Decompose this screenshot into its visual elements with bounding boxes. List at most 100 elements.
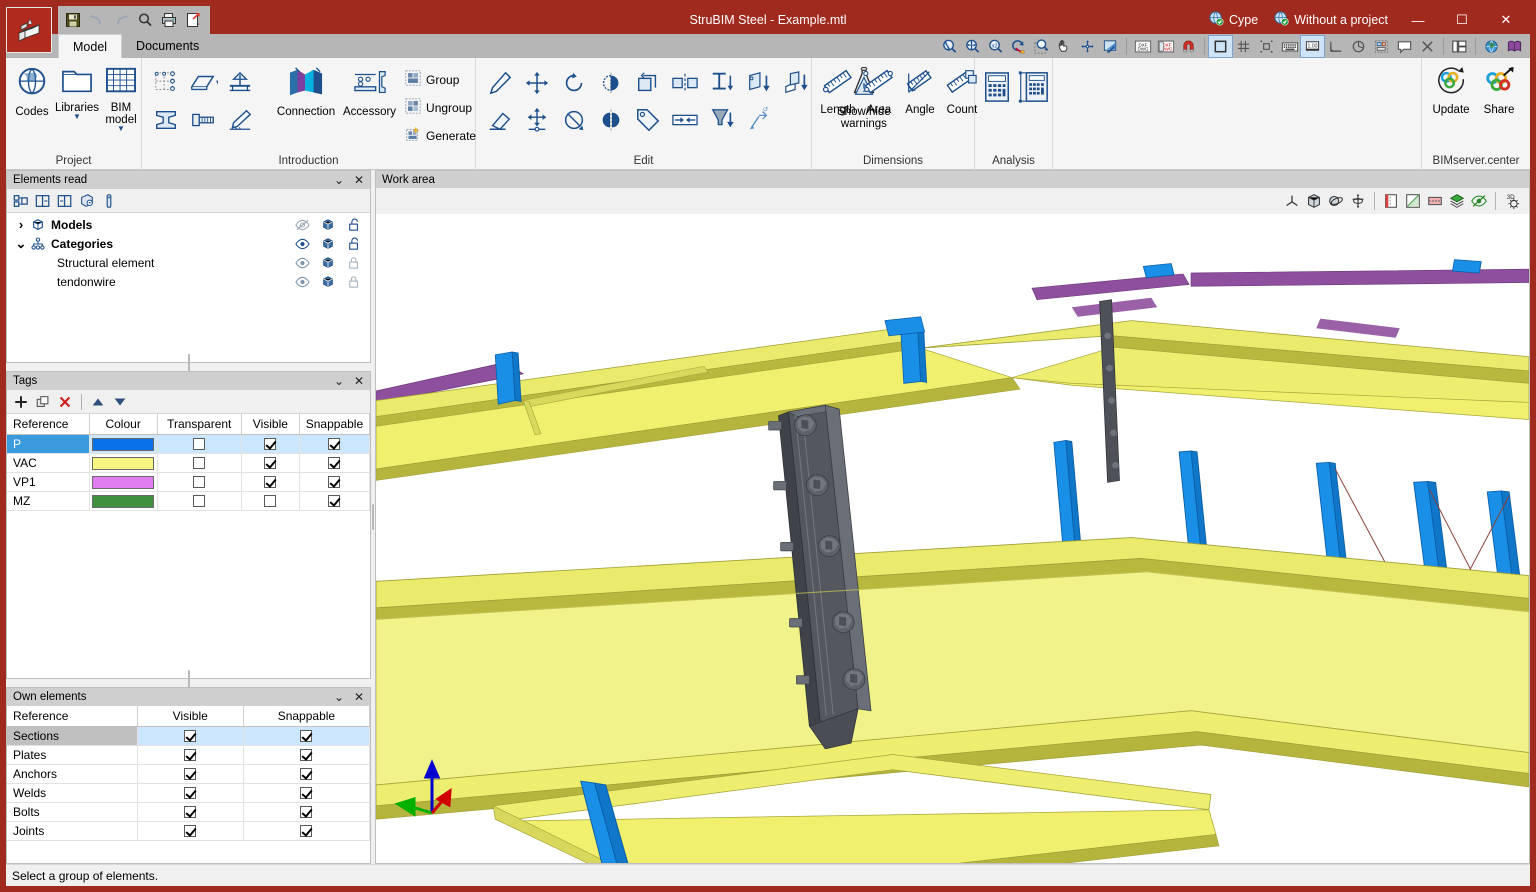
erase-icon[interactable]	[482, 102, 518, 138]
move-icon[interactable]	[519, 65, 555, 101]
table-row[interactable]: VP1	[7, 472, 370, 492]
codes-button[interactable]: Codes	[12, 62, 52, 122]
maximize-button[interactable]: ☐	[1440, 7, 1484, 33]
snappable-checkbox[interactable]	[300, 787, 313, 800]
pivot-icon[interactable]	[1347, 190, 1369, 212]
close-button[interactable]: ✕	[1484, 7, 1528, 33]
section-i-icon[interactable]	[148, 102, 184, 138]
generate-button[interactable]: Generate	[401, 122, 483, 149]
ortho-icon[interactable]	[1208, 34, 1233, 58]
tag-colour-cell[interactable]	[89, 491, 158, 511]
tag-visible-cell[interactable]	[241, 434, 300, 454]
duplicate-icon[interactable]	[33, 392, 53, 412]
colour-swatch[interactable]	[92, 475, 155, 489]
group-view-icon[interactable]	[55, 191, 75, 211]
section-align-icon[interactable]	[704, 65, 740, 101]
delete-icon[interactable]	[55, 392, 75, 412]
libraries-button[interactable]: Libraries ▼	[54, 62, 100, 124]
eye-hidden-icon[interactable]	[294, 217, 310, 233]
section-anchor-down-icon[interactable]	[741, 65, 777, 101]
expand-tree-icon[interactable]	[11, 191, 31, 211]
element-snappable-cell[interactable]	[243, 821, 370, 841]
weld-icon[interactable]	[222, 102, 258, 138]
bolt-icon[interactable]	[185, 102, 221, 138]
app-logo[interactable]	[6, 7, 52, 53]
globe-icon[interactable]	[1480, 36, 1503, 57]
cube-icon[interactable]	[320, 236, 336, 252]
visible-checkbox[interactable]	[264, 495, 277, 508]
snappable-checkbox[interactable]	[328, 495, 341, 508]
transparent-checkbox[interactable]	[193, 495, 206, 508]
col-reference[interactable]: Reference	[7, 706, 138, 727]
account-button[interactable]: Cype	[1201, 11, 1266, 29]
comment-icon[interactable]	[1393, 36, 1416, 57]
calculator-icon[interactable]	[981, 68, 1013, 106]
references-icon[interactable]	[1370, 36, 1393, 57]
tree-item-structural-element[interactable]: Structural element	[7, 253, 370, 272]
snappable-checkbox[interactable]	[300, 749, 313, 762]
transparent-checkbox[interactable]	[193, 457, 206, 470]
col-colour[interactable]: Colour	[89, 414, 158, 435]
tag-snappable-cell[interactable]	[299, 453, 370, 473]
edit-pencil-icon[interactable]	[482, 65, 518, 101]
table-row[interactable]: Welds	[7, 783, 370, 803]
snappable-checkbox[interactable]	[328, 457, 341, 470]
close-icon[interactable]: ✕	[352, 374, 366, 388]
chevron-down-icon[interactable]: ▼	[73, 113, 81, 121]
element-visible-cell[interactable]	[137, 802, 244, 822]
visibility-icon[interactable]	[77, 191, 97, 211]
minimize-button[interactable]: —	[1396, 7, 1440, 33]
panel-splitter-horizontal-2[interactable]	[6, 679, 371, 687]
tree-item-categories[interactable]: ⌄ Categories	[7, 234, 370, 253]
chevron-down-icon[interactable]: ⌄	[332, 173, 346, 187]
length-button[interactable]: Length	[818, 62, 858, 120]
redraw-icon[interactable]	[1099, 36, 1122, 57]
element-visible-cell[interactable]	[137, 783, 244, 803]
plan-view-icon[interactable]	[1424, 190, 1446, 212]
snappable-checkbox[interactable]	[300, 806, 313, 819]
table-row[interactable]: VAC	[7, 453, 370, 473]
transparent-checkbox[interactable]	[193, 438, 206, 451]
lock-locked-icon[interactable]	[346, 274, 362, 290]
cube-icon[interactable]	[320, 255, 336, 271]
tag-snappable-cell[interactable]	[299, 472, 370, 492]
col-snappable[interactable]: Snappable	[243, 706, 370, 727]
transparent-checkbox[interactable]	[193, 476, 206, 489]
col-transparent[interactable]: Transparent	[157, 414, 242, 435]
table-row[interactable]: Plates	[7, 745, 370, 765]
connection-button[interactable]: Connection	[274, 62, 338, 122]
chevron-right-icon[interactable]: ›	[13, 217, 29, 232]
anchor-base-icon[interactable]	[222, 65, 258, 101]
clear-icon[interactable]	[1416, 36, 1439, 57]
col-snappable[interactable]: Snappable	[299, 414, 370, 435]
element-snappable-cell[interactable]	[243, 726, 370, 746]
col-visible[interactable]: Visible	[137, 706, 244, 727]
element-visible-cell[interactable]	[137, 764, 244, 784]
table-row[interactable]: Anchors	[7, 764, 370, 784]
element-visible-cell[interactable]	[137, 745, 244, 765]
chevron-down-icon[interactable]: ⌄	[332, 374, 346, 388]
zoom-previous-icon[interactable]	[1007, 36, 1030, 57]
grid-points-icon[interactable]	[148, 65, 184, 101]
table-row[interactable]: Sections	[7, 726, 370, 746]
orbit-view-icon[interactable]	[1325, 190, 1347, 212]
snappable-checkbox[interactable]	[300, 825, 313, 838]
tag-snappable-cell[interactable]	[299, 491, 370, 511]
arc-icon[interactable]	[1347, 36, 1370, 57]
scale-1-icon[interactable]: 1.00	[1300, 34, 1325, 58]
section-view-icon[interactable]	[1402, 190, 1424, 212]
zoom-selection-icon[interactable]	[1030, 36, 1053, 57]
panel-splitter-horizontal[interactable]	[6, 363, 371, 371]
pan-icon[interactable]	[1053, 36, 1076, 57]
table-row[interactable]: P	[7, 434, 370, 454]
snappable-checkbox[interactable]	[300, 730, 313, 743]
trim-icon[interactable]	[667, 102, 703, 138]
add-icon[interactable]	[11, 392, 31, 412]
element-snappable-cell[interactable]	[243, 802, 370, 822]
zoom-x2-icon[interactable]: x2	[984, 36, 1007, 57]
visible-checkbox[interactable]	[264, 476, 277, 489]
visible-checkbox[interactable]	[264, 438, 277, 451]
calculate-selection-icon[interactable]	[1015, 68, 1051, 106]
help-book-icon[interactable]	[1503, 36, 1526, 57]
taper-icon[interactable]	[704, 102, 740, 138]
